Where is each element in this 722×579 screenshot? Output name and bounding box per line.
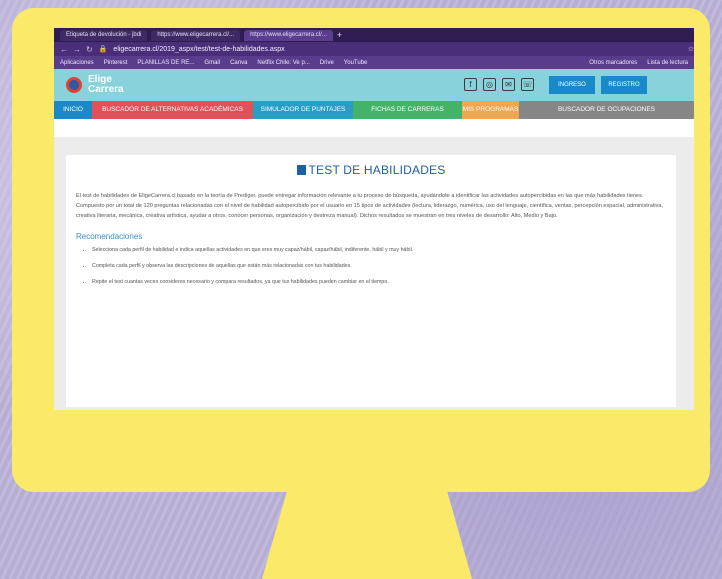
bookmark-netflix[interactable]: Netflix Chile: Ve p... [257,60,309,66]
chat-icon[interactable]: ☏ [521,78,534,91]
mail-icon[interactable]: ✉ [502,78,515,91]
bookmark-planillas[interactable]: PLANILLAS DE RE... [137,60,194,66]
forward-icon[interactable]: → [73,45,81,54]
lock-icon: 🔒 [98,46,108,53]
menu-fichas[interactable]: FICHAS DE CARRERAS [353,101,462,119]
intro-paragraph: El test de habilidades de EligeCarrera.c… [76,193,664,219]
instagram-icon[interactable]: ◎ [483,78,496,91]
back-icon[interactable]: ← [60,45,68,54]
reload-icon[interactable]: ↻ [86,45,93,54]
bookmarks-bar: Aplicaciones Pinterest PLANILLAS DE RE..… [54,56,694,69]
list-item: Repite el test cuantas veces consideres … [92,279,676,285]
menu-simulador[interactable]: SIMULADOR DE PUNTAJES [253,101,353,119]
register-button[interactable]: REGISTRO [601,76,647,94]
address-bar: ← → ↻ 🔒 eligecarrera.cl/2019_aspx/test/t… [54,42,694,56]
tab-bar: Etiqueta de devolución - jbdi https://ww… [54,28,694,42]
recommendations-heading: Recomendaciones [76,232,143,241]
menu-buscador-alternativas[interactable]: BUSCADOR DE ALTERNATIVAS ACADÉMICAS [92,101,253,119]
logo-text: Elige Carrera [88,75,124,95]
browser-window: Etiqueta de devolución - jbdi https://ww… [54,28,694,410]
page-title-text: TEST DE HABILIDADES [308,163,446,177]
nav-buttons: ← → ↻ [60,45,93,54]
site-logo[interactable]: Elige Carrera [66,75,124,95]
menu-inicio[interactable]: INICIO [54,101,92,119]
page-title: TEST DE HABILIDADES [66,163,676,177]
star-icon[interactable]: ☆ [688,45,694,53]
site-header: Elige Carrera f ◎ ✉ ☏ INGRESO REGISTRO [54,69,694,101]
document-icon [296,165,306,175]
monitor-stand [262,490,472,579]
bookmark-pinterest[interactable]: Pinterest [104,60,128,66]
content-panel: TEST DE HABILIDADES El test de habilidad… [66,155,676,407]
login-button[interactable]: INGRESO [549,76,595,94]
bookmark-other[interactable]: Otros marcadores [589,60,637,66]
social-icons: f ◎ ✉ ☏ [464,78,534,91]
logo-icon [66,77,82,93]
bookmark-canva[interactable]: Canva [230,60,247,66]
facebook-icon[interactable]: f [464,78,477,91]
page-content: TEST DE HABILIDADES El test de habilidad… [54,137,694,410]
list-item: Completa cada perfil y observa las descr… [92,263,676,269]
url-field[interactable]: eligecarrera.cl/2019_aspx/test/test-de-h… [113,46,681,53]
bookmark-reading-list[interactable]: Lista de lectura [647,60,688,66]
recommendations-list: Selecciona cada perfil de habilidad e in… [92,247,676,285]
menu-mis-programas[interactable]: MIS PROGRAMAS [462,101,519,119]
main-menu: INICIO BUSCADOR DE ALTERNATIVAS ACADÉMIC… [54,101,694,119]
bookmark-gmail[interactable]: Gmail [204,60,220,66]
list-item: Selecciona cada perfil de habilidad e in… [92,247,676,253]
new-tab-icon[interactable]: + [337,30,342,40]
monitor-frame: Etiqueta de devolución - jbdi https://ww… [12,8,710,492]
menu-buscador-ocupaciones[interactable]: BUSCADOR DE OCUPACIONES [519,101,694,119]
bookmarks-right: Otros marcadores Lista de lectura [589,60,688,66]
browser-tab-3[interactable]: https://www.eligecarrera.cl/... [244,29,333,41]
logo-line-2: Carrera [88,84,124,95]
bookmark-youtube[interactable]: YouTube [344,60,368,66]
browser-tab-1[interactable]: Etiqueta de devolución - jbdi [60,29,148,41]
bookmark-drive[interactable]: Drive [320,60,334,66]
bookmark-apps[interactable]: Aplicaciones [60,60,94,66]
browser-tab-2[interactable]: https://www.eligecarrera.cl/... [151,29,241,41]
